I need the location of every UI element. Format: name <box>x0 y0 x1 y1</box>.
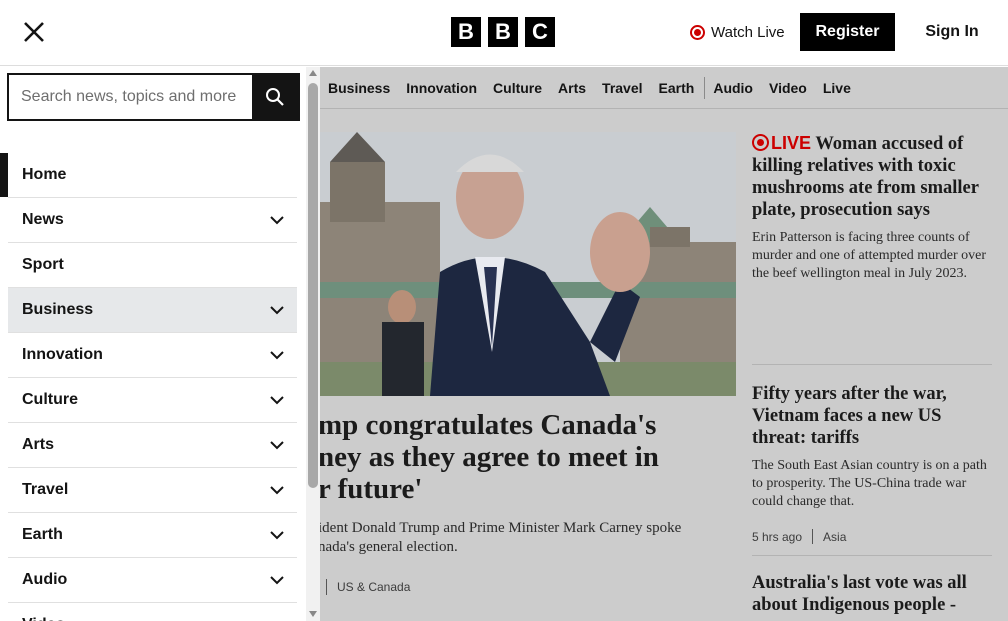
close-menu-button[interactable] <box>18 16 50 48</box>
nav-item-live[interactable]: Live <box>815 67 859 109</box>
logo-letter: B <box>488 17 518 47</box>
hero-headline-line: ney as they agree to meet in <box>318 441 659 473</box>
story-summary: Erin Patterson is facing three counts of… <box>752 230 987 281</box>
story-divider <box>752 364 992 365</box>
hero-headline-line: r future' <box>318 473 423 505</box>
drawer-menu-item-news[interactable]: News <box>8 198 297 243</box>
watch-live-label: Watch Live <box>711 23 785 41</box>
drawer-menu-item-sport[interactable]: Sport <box>8 243 297 288</box>
hero-meta: US & Canada <box>326 578 410 596</box>
chevron-down-icon[interactable] <box>269 572 285 588</box>
live-icon <box>690 24 705 40</box>
story-card[interactable]: Fifty years after the war, Vietnam faces… <box>752 383 992 544</box>
story-summary: The South East Asian country is on a pat… <box>752 458 987 509</box>
drawer-menu-item-business[interactable]: Business <box>8 288 297 333</box>
close-icon <box>24 22 44 42</box>
story-card[interactable]: Australia's last vote was all about Indi… <box>752 572 992 616</box>
drawer-menu: Home News Sport Business Innovation Culture Ar… <box>0 153 297 621</box>
chevron-down-icon[interactable] <box>269 392 285 408</box>
story-section-link[interactable]: Asia <box>823 530 846 544</box>
search-bar <box>7 73 300 121</box>
story-title: Australia's last vote was all about Indi… <box>752 573 967 615</box>
nav-item-video[interactable]: Video <box>761 67 815 109</box>
drawer-menu-item-earth[interactable]: Earth <box>8 513 297 558</box>
site-header: B B C Watch Live Register Sign In <box>0 0 1008 66</box>
drawer-menu-item-innovation[interactable]: Innovation <box>8 333 297 378</box>
search-icon <box>266 88 284 106</box>
sign-in-button[interactable]: Sign In <box>914 13 990 51</box>
drawer-menu-item-home[interactable]: Home <box>0 153 297 198</box>
nav-item-earth[interactable]: Earth <box>651 67 703 109</box>
meta-divider <box>326 579 327 595</box>
navigation-drawer: Home News Sport Business Innovation Culture Ar… <box>0 67 320 621</box>
nav-item-arts[interactable]: Arts <box>550 67 594 109</box>
scroll-down-arrow-icon[interactable] <box>309 611 317 617</box>
chevron-down-icon[interactable] <box>269 347 285 363</box>
hero-photo <box>320 132 736 396</box>
nav-item-innovation[interactable]: Innovation <box>398 67 485 109</box>
drawer-menu-label: Innovation <box>22 346 103 363</box>
story-title: Fifty years after the war, Vietnam faces… <box>752 384 947 448</box>
hero-summary-line: ident Donald Trump and Prime Minister Ma… <box>318 520 682 536</box>
story-title: LIVE Woman accused of killing relatives … <box>752 132 992 221</box>
drawer-menu-label: Audio <box>22 571 68 588</box>
story-timestamp: 5 hrs ago <box>752 529 803 544</box>
story-meta: 5 hrs ago Asia <box>752 529 992 544</box>
chevron-down-icon[interactable] <box>269 437 285 453</box>
logo-letter: C <box>525 17 555 47</box>
drawer-menu-item-culture[interactable]: Culture <box>8 378 297 423</box>
hero-headline[interactable]: mp congratulates Canada's ney as they ag… <box>318 409 738 505</box>
hero-section-link[interactable]: US & Canada <box>337 580 410 594</box>
live-icon <box>752 134 769 151</box>
drawer-menu-item-audio[interactable]: Audio <box>8 558 297 603</box>
drawer-scrollbar[interactable] <box>306 67 320 621</box>
watch-live-link[interactable]: Watch Live <box>690 22 785 42</box>
bbc-logo[interactable]: B B C <box>451 17 555 47</box>
drawer-menu-item-arts[interactable]: Arts <box>8 423 297 468</box>
drawer-menu-item-video[interactable]: Video <box>8 603 297 621</box>
register-button[interactable]: Register <box>800 13 895 51</box>
hero-summary: ident Donald Trump and Prime Minister Ma… <box>318 519 738 557</box>
search-input[interactable] <box>9 75 252 119</box>
drawer-menu-label: Earth <box>22 526 63 543</box>
drawer-menu-label: Sport <box>22 256 64 273</box>
search-button[interactable] <box>252 75 298 119</box>
scroll-up-arrow-icon[interactable] <box>309 70 317 76</box>
nav-item-travel[interactable]: Travel <box>594 67 650 109</box>
chevron-down-icon[interactable] <box>269 482 285 498</box>
chevron-down-icon[interactable] <box>269 302 285 318</box>
hero-summary-line: nada's general election. <box>318 539 458 555</box>
live-badge-label: LIVE <box>771 133 812 153</box>
nav-item-culture[interactable]: Culture <box>485 67 550 109</box>
drawer-menu-label: News <box>22 211 64 228</box>
chevron-down-icon[interactable] <box>269 212 285 228</box>
story-divider <box>752 555 992 556</box>
drawer-menu-label: Home <box>22 166 67 183</box>
drawer-menu-label: Culture <box>22 391 78 408</box>
drawer-menu-item-travel[interactable]: Travel <box>8 468 297 513</box>
drawer-menu-label: Business <box>22 301 94 318</box>
logo-letter: B <box>451 17 481 47</box>
drawer-menu-label: Arts <box>22 436 55 453</box>
hero-image[interactable] <box>320 132 736 396</box>
scrollbar-thumb[interactable] <box>308 83 318 488</box>
story-card-live[interactable]: LIVE Woman accused of killing relatives … <box>752 132 992 283</box>
meta-divider <box>812 529 814 544</box>
hero-headline-line: mp congratulates Canada's <box>318 409 657 441</box>
drawer-menu-label: Travel <box>22 481 69 498</box>
drawer-menu-label: Video <box>22 616 65 621</box>
nav-item-audio[interactable]: Audio <box>704 76 761 99</box>
chevron-down-icon[interactable] <box>269 527 285 543</box>
nav-item-business[interactable]: Business <box>320 67 398 109</box>
live-badge: LIVE <box>752 133 811 153</box>
